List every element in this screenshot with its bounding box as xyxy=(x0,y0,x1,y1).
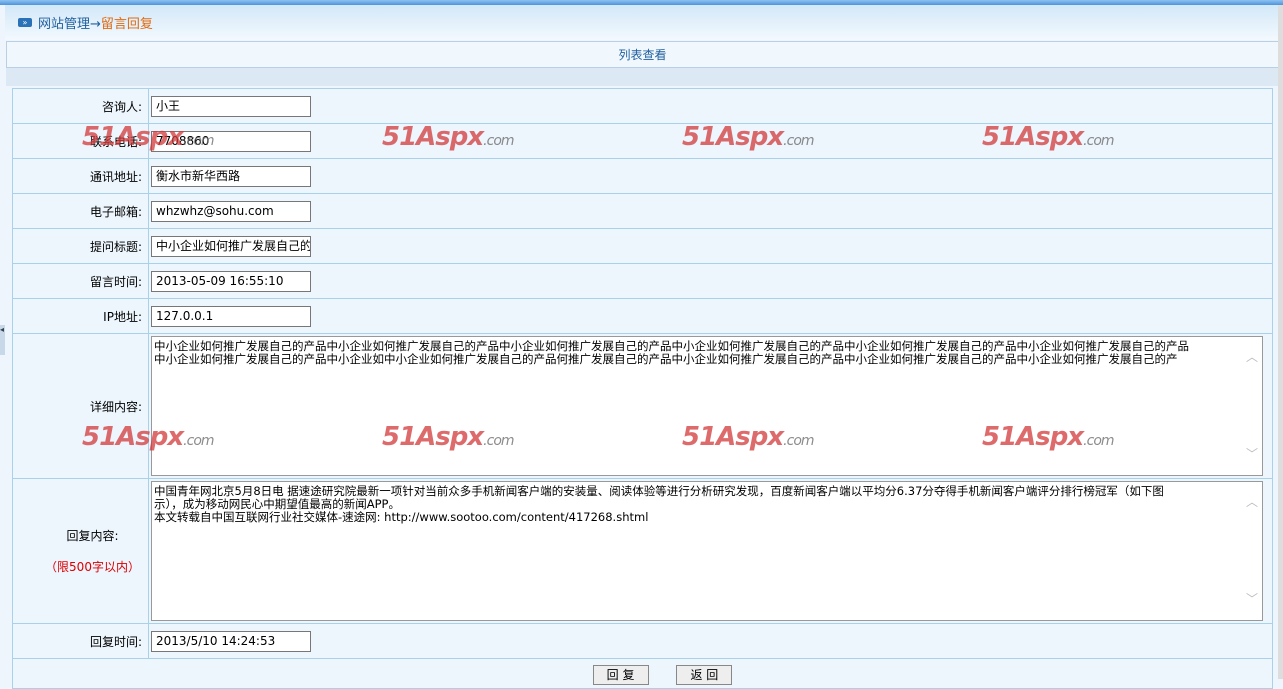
reply-time-input[interactable]: 2013/5/10 14:24:53 xyxy=(151,630,311,652)
list-view-link[interactable]: 列表查看 xyxy=(6,41,1279,68)
ip-input[interactable]: 127.0.0.1 xyxy=(151,305,311,327)
field-label: 留言时间: xyxy=(12,263,149,299)
chevron-up-icon[interactable]: ︿ xyxy=(1246,351,1258,364)
field-label: 详细内容: xyxy=(12,333,149,479)
detail-textarea[interactable]: 中小企业如何推广发展自己的产品中小企业如何推广发展自己的产品中小企业如何推广发展… xyxy=(151,336,1263,476)
limit-note: （限500字以内） xyxy=(45,560,140,574)
field-label: 联系电话: xyxy=(12,123,149,159)
field-label: IP地址: xyxy=(12,298,149,334)
consultant-input[interactable]: 小王 xyxy=(151,95,311,117)
breadcrumb: » 网站管理→ 留言回复 xyxy=(5,5,1278,40)
message-time-input[interactable]: 2013-05-09 16:55:10 xyxy=(151,270,311,292)
reply-button[interactable]: 回 复 xyxy=(592,665,649,685)
reply-line: 本文转载自中国互联网行业社交媒体-速途网: http://www.sootoo.… xyxy=(154,510,649,524)
reply-form: 咨询人: 小王 联系电话: 7708860 通讯地址: 衡水市新华西路 电子邮箱: wh… xyxy=(12,88,1273,689)
title-input[interactable]: 中小企业如何推广发展自己的产品 xyxy=(151,235,311,257)
email-input[interactable]: whzwhz@sohu.com xyxy=(151,200,311,222)
address-input[interactable]: 衡水市新华西路 xyxy=(151,165,311,187)
reply-textarea[interactable]: 中国青年网北京5月8日电 据速途研究院最新一项针对当前众多手机新闻客户端的安装量… xyxy=(151,481,1263,621)
collapse-handle[interactable]: ◂ xyxy=(0,325,5,355)
detail-line: 中小企业如何推广发展自己的产品中小企业如中小企业如何推广发展自己的产品何推广发展… xyxy=(154,352,1178,366)
field-label: 回复内容: xyxy=(66,529,119,543)
field-label: 电子邮箱: xyxy=(12,193,149,229)
field-label: 咨询人: xyxy=(12,88,149,124)
breadcrumb-current: 留言回复 xyxy=(100,17,153,32)
scrollbar[interactable]: ︿ ﹀ xyxy=(1242,482,1262,620)
page-scrollbar[interactable] xyxy=(1278,5,1283,679)
field-label: 提问标题: xyxy=(12,228,149,264)
chevron-up-icon[interactable]: ︿ xyxy=(1246,496,1258,509)
chevron-down-icon[interactable]: ﹀ xyxy=(1246,593,1258,606)
back-button[interactable]: 返 回 xyxy=(676,665,733,685)
breadcrumb-root[interactable]: 网站管理→ xyxy=(38,13,101,32)
chevron-down-icon[interactable]: ﹀ xyxy=(1246,448,1258,461)
phone-input[interactable]: 7708860 xyxy=(151,130,311,152)
field-label: 回复时间: xyxy=(12,623,149,659)
field-label: 通讯地址: xyxy=(12,158,149,194)
scrollbar[interactable]: ︿ ﹀ xyxy=(1242,337,1262,475)
divider-strip xyxy=(6,68,1279,86)
double-chevron-icon: » xyxy=(18,18,32,27)
